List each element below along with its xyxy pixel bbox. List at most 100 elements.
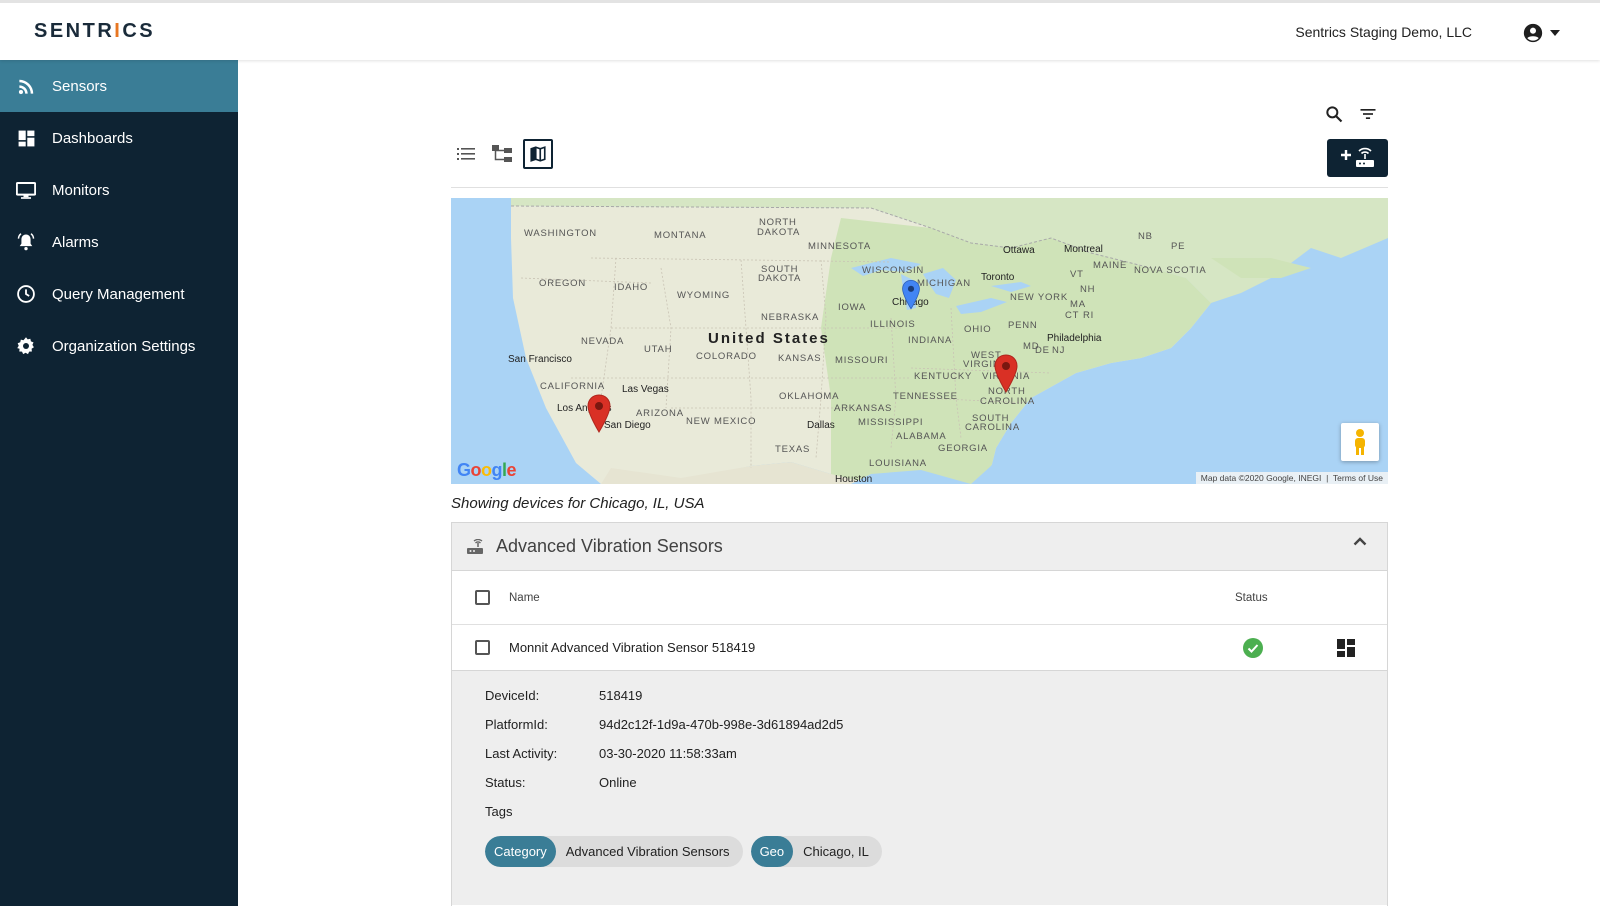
map-label: IDAHO — [614, 282, 649, 293]
column-header-status[interactable]: Status — [1235, 592, 1268, 604]
tag-chip-category[interactable]: Category Advanced Vibration Sensors — [485, 836, 743, 867]
map-label: NJ — [1052, 345, 1066, 356]
tag-chip-geo[interactable]: Geo Chicago, IL — [750, 836, 882, 867]
map-label: OREGON — [539, 278, 587, 289]
map-city-label: Ottawa — [1003, 245, 1035, 256]
sidebar-item-query-management[interactable]: Query Management — [0, 268, 238, 320]
organization-name: Sentrics Staging Demo, LLC — [1295, 24, 1472, 40]
map-label: NH — [1080, 284, 1096, 295]
list-view-button[interactable] — [451, 139, 481, 169]
sidebar-item-label: Dashboards — [52, 129, 133, 147]
map-label: VT — [1070, 269, 1084, 280]
map-city-label: Philadelphia — [1047, 333, 1102, 344]
map-marker-red[interactable] — [586, 394, 612, 434]
add-router-icon — [1340, 147, 1374, 167]
map-view-button[interactable] — [523, 139, 553, 169]
map-label-country: United States — [708, 330, 830, 347]
map-label: COLORADO — [696, 351, 757, 362]
sidebar-item-label: Sensors — [52, 77, 108, 95]
panel-header[interactable]: Advanced Vibration Sensors — [452, 523, 1387, 571]
bell-icon — [16, 232, 36, 252]
map-label: MISSISSIPPI — [858, 417, 924, 428]
sidebar-item-monitors[interactable]: Monitors — [0, 164, 238, 216]
tags-label: Tags — [485, 804, 513, 819]
map-credit: Map data ©2020 Google, INEGI | Terms of … — [1195, 472, 1388, 484]
tree-view-button[interactable] — [487, 139, 517, 169]
map-marker-red[interactable] — [993, 354, 1019, 394]
map-label: DE — [1035, 345, 1050, 356]
detail-status: Status: Online — [485, 775, 637, 790]
map-city-label: Montreal — [1064, 244, 1103, 255]
map-label: GEORGIA — [938, 443, 988, 454]
google-logo[interactable]: Google — [457, 460, 517, 481]
map-label: CAROLINA — [965, 422, 1020, 433]
map-label: CAROLINA — [980, 396, 1035, 407]
map-label: WISCONSIN — [862, 265, 925, 276]
account-menu[interactable] — [1522, 22, 1560, 44]
monitor-icon — [16, 180, 36, 200]
map-view[interactable]: WASHINGTON MONTANA NORTH DAKOTA MINNESOT… — [451, 198, 1388, 484]
panel-title: Advanced Vibration Sensors — [496, 536, 723, 556]
sidebar-item-sensors[interactable]: Sensors — [0, 60, 238, 112]
sidebar-item-label: Query Management — [52, 285, 185, 303]
map-label: NEBRASKA — [761, 312, 820, 323]
map-label: KENTUCKY — [914, 371, 973, 382]
rss-feed-icon — [16, 76, 36, 96]
detail-platform-id: PlatformId: 94d2c12f-1d9a-470b-998e-3d618… — [485, 717, 844, 732]
add-sensor-button[interactable] — [1327, 139, 1388, 177]
sensor-group-panel: Advanced Vibration Sensors Name Status M… — [451, 522, 1388, 906]
map-label: WASHINGTON — [524, 228, 597, 239]
terms-of-use-link[interactable]: Terms of Use — [1333, 473, 1383, 483]
router-icon — [467, 538, 483, 554]
map-label: TENNESSEE — [893, 391, 958, 402]
map-label: ILLINOIS — [870, 319, 916, 330]
sensor-name[interactable]: Monnit Advanced Vibration Sensor 518419 — [509, 640, 755, 655]
sidebar-item-label: Alarms — [52, 233, 99, 251]
map-label: KANSAS — [778, 353, 822, 364]
view-toggle — [451, 139, 553, 169]
map-label: ALABAMA — [896, 431, 947, 442]
detail-last-activity: Last Activity: 03-30-2020 11:58:33am — [485, 746, 737, 761]
detail-device-id: DeviceId: 518419 — [485, 688, 643, 703]
map-label: MA — [1070, 299, 1086, 310]
map-label: CT — [1065, 310, 1080, 321]
map-label: MONTANA — [654, 230, 707, 241]
sensor-detail: DeviceId: 518419 PlatformId: 94d2c12f-1d9a… — [452, 671, 1387, 905]
map-label: CALIFORNIA — [540, 381, 606, 392]
search-icon[interactable] — [1324, 104, 1344, 124]
sidebar-item-organization-settings[interactable]: Organization Settings — [0, 320, 238, 372]
dashboard-icon[interactable] — [1337, 639, 1355, 657]
sidebar-item-alarms[interactable]: Alarms — [0, 216, 238, 268]
sidebar-item-dashboards[interactable]: Dashboards — [0, 112, 238, 164]
sentrics-logo[interactable]: SENTRICS — [34, 20, 155, 43]
toolbar — [1324, 104, 1378, 124]
clock-icon — [16, 284, 36, 304]
row-checkbox[interactable] — [475, 640, 490, 655]
dashboard-icon — [16, 128, 36, 148]
main-content: WASHINGTON MONTANA NORTH DAKOTA MINNESOT… — [238, 60, 1600, 906]
map-city-label: Houston — [835, 474, 873, 484]
divider — [451, 187, 1388, 188]
sidebar: Sensors Dashboards Monitors Alarms Query… — [0, 60, 238, 906]
street-view-pegman[interactable] — [1341, 423, 1379, 461]
chevron-up-icon[interactable] — [1353, 537, 1367, 546]
map-label: ARIZONA — [636, 408, 684, 419]
map-label: DAKOTA — [757, 227, 801, 238]
filter-icon[interactable] — [1358, 104, 1378, 124]
map-label: NEVADA — [581, 336, 625, 347]
table-row[interactable]: Monnit Advanced Vibration Sensor 518419 — [452, 625, 1387, 671]
map-label: UTAH — [644, 344, 673, 355]
map-city-label: Las Vegas — [622, 384, 669, 395]
map-label: MINNESOTA — [808, 241, 871, 252]
tag-chips: Category Advanced Vibration Sensors Geo Ch… — [485, 836, 1387, 867]
caret-down-icon — [1550, 30, 1560, 36]
map-city-label: Dallas — [807, 420, 835, 431]
map-label: ARKANSAS — [834, 403, 893, 414]
column-header-name[interactable]: Name — [509, 592, 540, 604]
select-all-checkbox[interactable] — [475, 590, 490, 605]
map-city-label: San Francisco — [508, 354, 572, 365]
sidebar-item-label: Monitors — [52, 181, 110, 199]
map-label: PE — [1171, 241, 1186, 252]
check-circle-icon — [1243, 638, 1263, 658]
map-marker-blue[interactable] — [901, 278, 921, 312]
